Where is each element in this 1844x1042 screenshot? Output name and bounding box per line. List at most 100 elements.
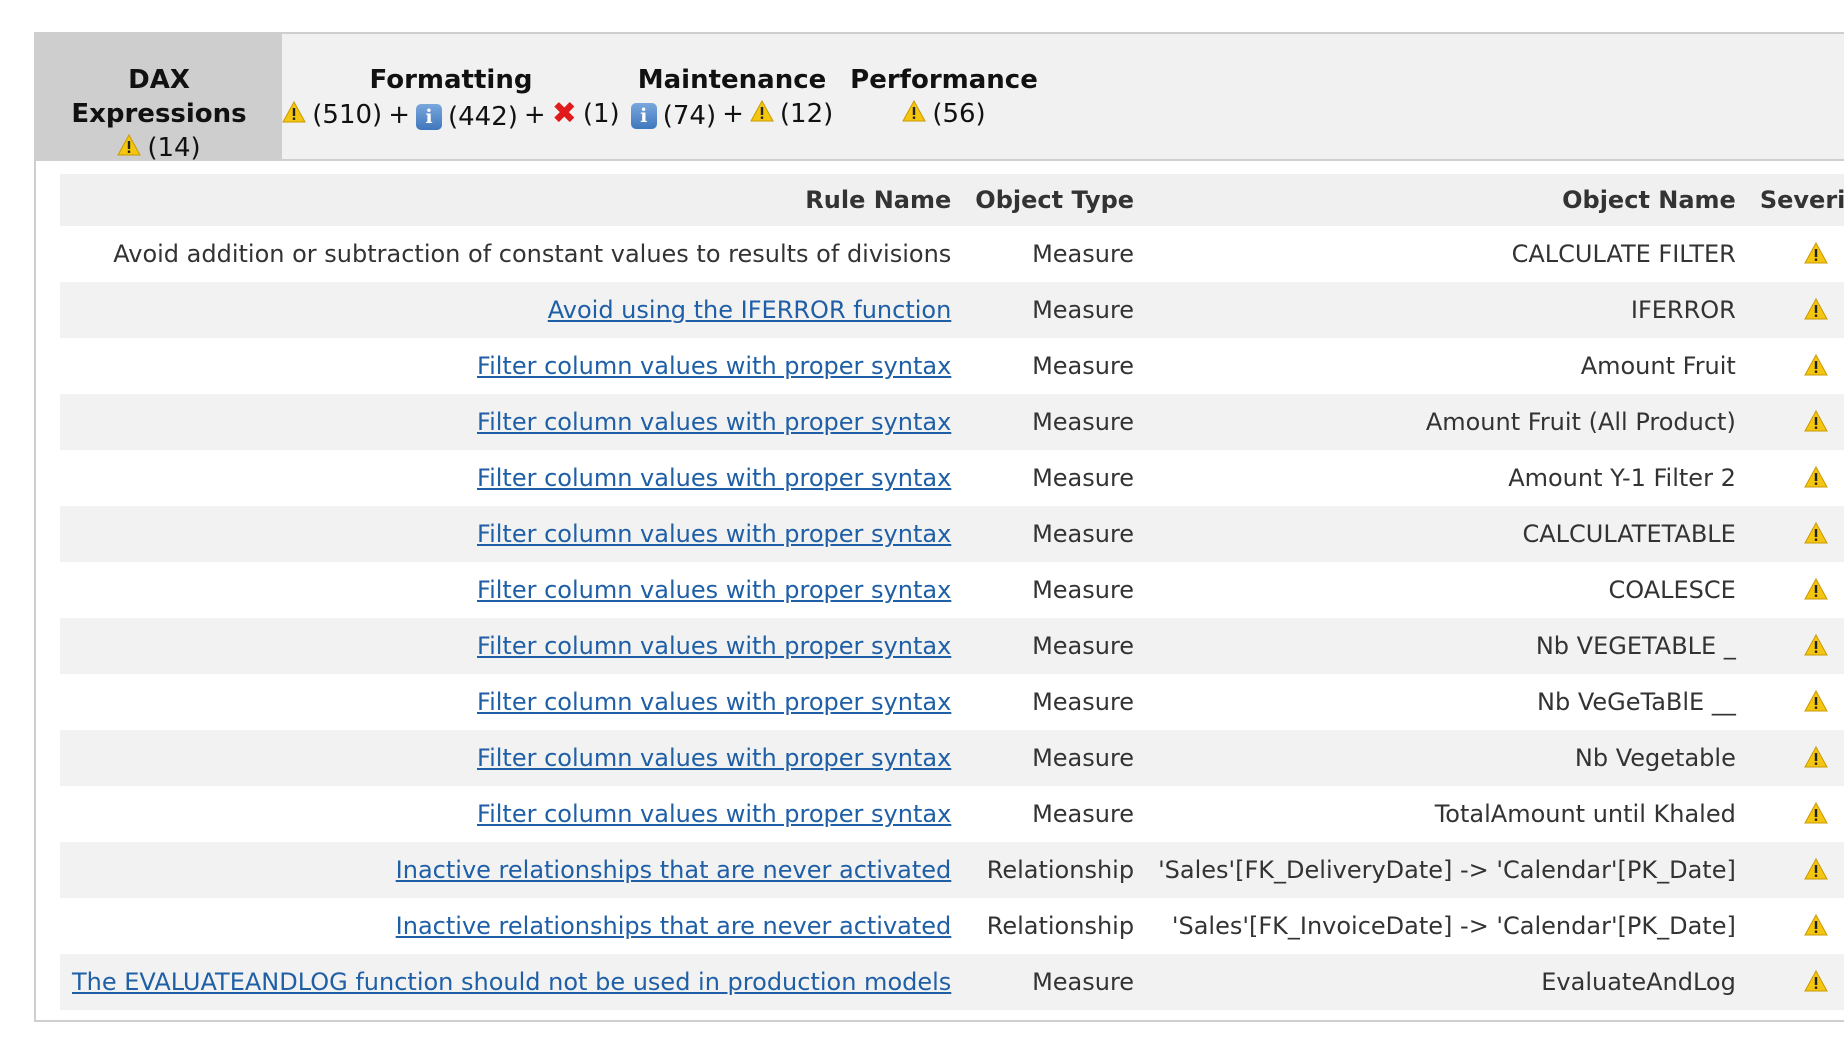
tab-title: Formatting [369, 65, 533, 95]
rule-name-link[interactable]: Inactive relationships that are never ac… [396, 912, 952, 940]
rule-name-link[interactable]: Filter column values with proper syntax [477, 464, 951, 492]
issue-count-badge: (510) [282, 98, 382, 132]
tab-issue-counts: (14) [36, 131, 282, 165]
object-name-cell: Nb Vegetable [1146, 730, 1748, 786]
table-row[interactable]: Avoid addition or subtraction of constan… [60, 226, 1844, 282]
object-type-cell: Measure [963, 282, 1147, 338]
warning-icon [1804, 577, 1829, 606]
rule-name-link[interactable]: Avoid using the IFERROR function [548, 296, 952, 324]
rule-name-link[interactable]: Filter column values with proper syntax [477, 520, 951, 548]
object-type-cell: Measure [963, 618, 1147, 674]
warning-icon [1804, 465, 1829, 494]
header-object-type[interactable]: Object Type [963, 174, 1147, 226]
tab-issue-counts: (56) [844, 97, 1044, 131]
header-rule-name[interactable]: Rule Name [60, 174, 964, 226]
issue-count-badge: (14) [117, 131, 201, 165]
table-row[interactable]: The EVALUATEANDLOG function should not b… [60, 954, 1844, 1010]
object-name-cell: 'Sales'[FK_DeliveryDate] -> 'Calendar'[P… [1146, 842, 1748, 898]
object-name-cell: CALCULATE FILTER [1511, 240, 1736, 268]
tab-issue-counts: (510) + i (442) + ✖ (1) [282, 97, 620, 134]
issue-count: (510) [312, 100, 383, 130]
warning-icon [1804, 409, 1829, 438]
header-object-name[interactable]: Object Name [1146, 174, 1748, 226]
object-type-cell: Measure [1032, 240, 1135, 268]
rule-name-cell: Filter column values with proper syntax [60, 394, 964, 450]
object-type-cell: Measure [963, 730, 1147, 786]
object-type-cell: Relationship [986, 912, 1135, 940]
rule-name-link[interactable]: Inactive relationships that are never ac… [396, 856, 952, 884]
info-icon: i [630, 103, 657, 129]
rule-name-cell: Filter column values with proper syntax [60, 338, 963, 394]
table-row[interactable]: Inactive relationships that are never ac… [60, 842, 1844, 898]
table-row[interactable]: Filter column values with proper syntax M… [60, 562, 1844, 618]
table-row[interactable]: Avoid using the IFERROR function Measure I… [60, 282, 1844, 338]
table-row[interactable]: Filter column values with proper syntax M… [60, 338, 1844, 394]
object-name-cell: Amount Fruit [1580, 352, 1736, 380]
rule-name-cell: Filter column values with proper syntax [60, 562, 963, 618]
table-row[interactable]: Filter column values with proper syntax M… [60, 450, 1844, 506]
table-row[interactable]: Filter column values with proper syntax M… [60, 730, 1844, 786]
object-name-cell: Amount Y-1 Filter 2 [1508, 464, 1736, 492]
rule-name-link[interactable]: Filter column values with proper syntax [477, 632, 951, 660]
severity-cell [1747, 394, 1844, 450]
rule-name-link[interactable]: Filter column values with proper syntax [477, 352, 951, 380]
rule-name-link[interactable]: Filter column values with proper syntax [477, 408, 951, 436]
issue-count: (1) [582, 99, 620, 129]
object-type-cell: Measure [1032, 464, 1135, 492]
rule-name-link[interactable]: Filter column values with proper syntax [477, 744, 951, 772]
tab-formatting[interactable]: Formatting (510) + i (442) + ✖ (1) [282, 34, 620, 159]
warning-icon [1804, 633, 1829, 662]
warning-icon [282, 98, 307, 132]
rule-name-text: Avoid addition or subtraction of constan… [113, 240, 952, 268]
object-name-cell: 'Sales'[FK_InvoiceDate] -> 'Calendar'[PK… [1171, 912, 1736, 940]
rule-violations-table: Rule Name Object Type Object Name Severi… [60, 174, 1844, 1010]
rule-name-cell: Inactive relationships that are never ac… [60, 842, 964, 898]
rule-name-cell: Inactive relationships that are never ac… [60, 898, 963, 954]
rule-name-link[interactable]: Filter column values with proper syntax [477, 688, 951, 716]
plus-separator: + [722, 99, 744, 129]
object-type-cell: Measure [963, 394, 1147, 450]
rule-name-link[interactable]: Filter column values with proper syntax [477, 576, 951, 604]
table-row[interactable]: Filter column values with proper syntax M… [60, 674, 1844, 730]
object-type-cell: Measure [1032, 688, 1135, 716]
issue-count: (56) [932, 99, 986, 129]
object-type-cell: Measure [1032, 576, 1135, 604]
warning-icon [1804, 521, 1829, 550]
rule-name-cell: Filter column values with proper syntax [60, 674, 963, 730]
object-name-cell: Amount Fruit (All Product) [1146, 394, 1748, 450]
issue-count-badge: i (442) [416, 100, 518, 134]
object-name-cell: TotalAmount until Khaled [1434, 800, 1736, 828]
rule-name-cell: Avoid using the IFERROR function [60, 282, 964, 338]
rule-name-cell: Avoid addition or subtraction of constan… [60, 226, 963, 282]
rule-name-link[interactable]: Filter column values with proper syntax [477, 800, 951, 828]
warning-icon [1804, 857, 1829, 886]
object-type-cell: Measure [1032, 352, 1135, 380]
object-name-cell: Nb VEGETABLE _ [1146, 618, 1748, 674]
rule-name-link[interactable]: The EVALUATEANDLOG function should not b… [72, 968, 951, 996]
table-row[interactable]: Filter column values with proper syntax M… [60, 506, 1844, 562]
rule-name-cell: Filter column values with proper syntax [60, 730, 964, 786]
issue-count-badge: (12) [750, 97, 833, 131]
table-row[interactable]: Inactive relationships that are never ac… [60, 898, 1844, 954]
table-row[interactable]: Filter column values with proper syntax M… [60, 618, 1844, 674]
tab-title: DAX Expressions [71, 65, 247, 129]
tab-issue-counts: i (74) + (12) [620, 97, 844, 133]
severity-cell [1747, 282, 1844, 338]
object-type-cell: Measure [963, 506, 1147, 562]
rule-name-cell: Filter column values with proper syntax [60, 786, 963, 842]
tab-dax-expressions[interactable]: DAX Expressions (14) [36, 34, 282, 163]
object-name-cell: COALESCE [1608, 576, 1736, 604]
table-row[interactable]: Filter column values with proper syntax M… [60, 394, 1844, 450]
severity-cell [1748, 338, 1844, 394]
severity-cell [1748, 674, 1844, 730]
tab-title: Maintenance [637, 65, 827, 95]
header-severity[interactable]: Severity [1747, 174, 1844, 226]
warning-icon [1804, 745, 1829, 774]
table-row[interactable]: Filter column values with proper syntax M… [60, 786, 1844, 842]
plus-separator: + [523, 100, 546, 130]
object-name-cell: Nb VeGeTaBlE __ [1537, 688, 1736, 716]
object-name-cell: EvaluateAndLog [1146, 954, 1748, 1010]
object-name-cell: CALCULATETABLE [1146, 506, 1748, 562]
tab-maintenance[interactable]: Maintenance i (74) + (12) [620, 34, 844, 159]
tab-performance[interactable]: Performance (56) [844, 34, 1044, 159]
